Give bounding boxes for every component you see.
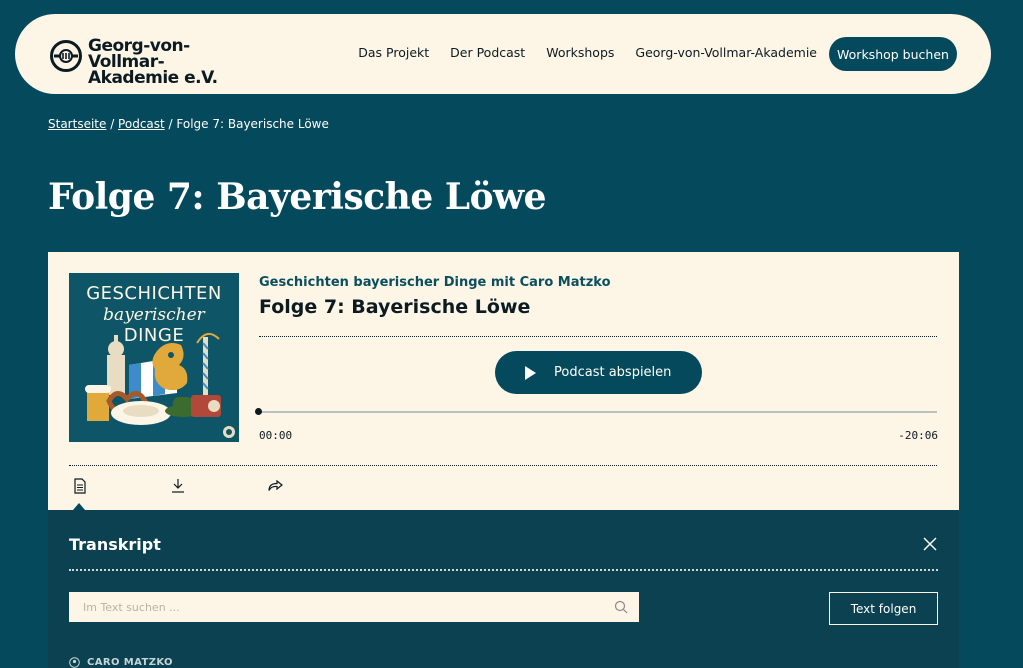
breadcrumb-podcast[interactable]: Podcast bbox=[118, 117, 165, 131]
episode-title: Folge 7: Bayerische Löwe bbox=[259, 296, 531, 318]
transcript-search-input[interactable] bbox=[69, 592, 639, 622]
divider bbox=[69, 569, 938, 571]
podcast-player: GESCHICHTEN bayerischer DINGE Geschichte… bbox=[48, 252, 959, 510]
divider bbox=[69, 465, 937, 466]
breadcrumb-separator: / bbox=[164, 117, 177, 131]
workshop-buchen-button[interactable]: Workshop buchen bbox=[829, 37, 957, 71]
breadcrumb-home[interactable]: Startseite bbox=[48, 117, 106, 131]
progress-track[interactable] bbox=[259, 411, 937, 413]
site-header: Georg-von-Vollmar- Akademie e.V. Das Pro… bbox=[15, 14, 991, 94]
page-title: Folge 7: Bayerische Löwe bbox=[48, 176, 547, 218]
logo-text: Georg-von-Vollmar- Akademie e.V. bbox=[88, 36, 218, 88]
progress-handle[interactable] bbox=[255, 408, 262, 415]
nav-akademie[interactable]: Georg-von-Vollmar-Akademie bbox=[635, 45, 817, 60]
breadcrumb-separator: / bbox=[106, 117, 119, 131]
transcript-icon[interactable] bbox=[71, 478, 89, 494]
cover-illustration bbox=[85, 332, 235, 438]
search-icon[interactable] bbox=[614, 600, 628, 614]
play-label: Podcast abspielen bbox=[554, 365, 672, 380]
episode-cover: GESCHICHTEN bayerischer DINGE bbox=[69, 273, 239, 442]
play-icon bbox=[525, 365, 536, 380]
nav-der-podcast[interactable]: Der Podcast bbox=[450, 45, 525, 60]
speaker-icon bbox=[69, 657, 80, 668]
logo-mark-icon bbox=[50, 40, 82, 72]
series-title: Geschichten bayerischer Dinge mit Caro M… bbox=[259, 275, 611, 290]
share-icon[interactable] bbox=[267, 478, 285, 494]
divider bbox=[259, 336, 937, 337]
nav-workshops[interactable]: Workshops bbox=[546, 45, 614, 60]
nav-das-projekt[interactable]: Das Projekt bbox=[358, 45, 429, 60]
time-remaining: -20:06 bbox=[898, 429, 938, 442]
close-icon[interactable] bbox=[923, 537, 937, 551]
speaker-label: CARO MATZKO bbox=[69, 657, 173, 668]
main-nav: Das Projekt Der Podcast Workshops Georg-… bbox=[358, 45, 817, 60]
download-icon[interactable] bbox=[169, 478, 187, 494]
transcript-panel: Transkript Text folgen CARO MATZKO bbox=[48, 510, 959, 668]
play-podcast-button[interactable]: Podcast abspielen bbox=[495, 351, 702, 394]
speaker-name: CARO MATZKO bbox=[87, 657, 173, 668]
breadcrumb: Startseite / Podcast / Folge 7: Bayerisc… bbox=[48, 117, 329, 131]
time-current: 00:00 bbox=[259, 429, 293, 442]
active-tool-indicator bbox=[73, 503, 85, 510]
breadcrumb-current: Folge 7: Bayerische Löwe bbox=[176, 117, 329, 131]
logo[interactable]: Georg-von-Vollmar- Akademie e.V. bbox=[50, 38, 250, 87]
transcript-title: Transkript bbox=[69, 535, 161, 554]
follow-text-button[interactable]: Text folgen bbox=[829, 592, 938, 625]
